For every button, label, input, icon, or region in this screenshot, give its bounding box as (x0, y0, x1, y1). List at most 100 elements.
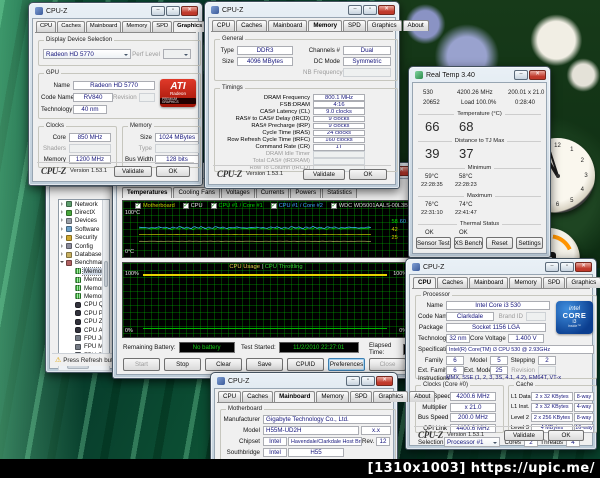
twisty-icon[interactable] (60, 252, 65, 257)
checkbox-checked-icon[interactable]: ✓ (135, 203, 141, 209)
cpuz-tab[interactable]: Caches (242, 391, 274, 402)
checkbox-checked-icon[interactable]: ✓ (270, 203, 277, 209)
cpuz-tab[interactable]: Memory (509, 277, 542, 288)
cpuz-tab[interactable]: Mainboard (469, 277, 509, 288)
cpuz-tab[interactable]: SPD (343, 20, 366, 31)
close-button[interactable]: ✕ (575, 262, 592, 272)
close-button[interactable]: ✕ (378, 5, 395, 15)
cpuz-titlebar[interactable]: CPU-Z – ▫ ✕ (406, 259, 596, 274)
validate-button[interactable]: Validate (114, 165, 152, 177)
twisty-icon[interactable] (69, 294, 74, 299)
twisty-icon[interactable] (60, 260, 65, 265)
maximize-button[interactable]: ▫ (560, 262, 574, 272)
tree-item-icon (66, 243, 72, 250)
maximize-button[interactable]: ▫ (361, 376, 375, 386)
cpuz-tab[interactable]: About (402, 20, 429, 31)
cpuz-tab[interactable]: Caches (236, 20, 268, 31)
twisty-icon[interactable] (60, 243, 65, 249)
monitor-tab[interactable]: Temperatures (122, 187, 173, 198)
twisty-icon[interactable] (60, 201, 65, 207)
twisty-icon[interactable] (60, 210, 65, 215)
checkbox-checked-icon[interactable]: ✓ (182, 203, 189, 209)
realtemp-titlebar[interactable]: Real Temp 3.40 – ✕ (409, 67, 550, 82)
tree-vertical-scrollbar[interactable] (102, 200, 109, 361)
cpuz-tab[interactable]: Caches (57, 21, 85, 32)
validate-button[interactable]: Validate (303, 168, 345, 180)
monitor-button[interactable]: Stop (164, 358, 201, 371)
cpuz-tab[interactable]: SPD (152, 21, 173, 32)
legend-item[interactable]: ✓ CPU #1 / Core #2 (270, 203, 323, 209)
perf-level-dropdown[interactable] (163, 49, 191, 59)
scrollbar-thumb[interactable] (104, 261, 108, 288)
cpuz-titlebar[interactable]: CPU-Z – ▫ ✕ (205, 2, 399, 17)
monitor-button[interactable]: Start (123, 358, 160, 371)
twisty-icon[interactable] (60, 218, 65, 223)
cpuz-tab[interactable]: Graphics (173, 21, 207, 32)
twisty-icon[interactable] (69, 328, 74, 333)
minimize-button[interactable]: – (545, 262, 559, 272)
minimize-button[interactable]: – (346, 376, 360, 386)
close-button[interactable]: ✕ (529, 70, 546, 80)
cpuz-tab[interactable]: CPU (218, 391, 242, 402)
twisty-icon[interactable] (69, 269, 74, 274)
monitor-button[interactable]: Close (369, 358, 406, 371)
tree-item-icon (66, 251, 72, 258)
cpuz-tab[interactable]: Memory (308, 20, 343, 31)
cpuz-tab[interactable]: SPD (542, 277, 566, 288)
close-button[interactable]: ✕ (181, 6, 198, 16)
cpuz-tab[interactable]: Mainboard (85, 21, 122, 32)
monitor-button[interactable]: Save (246, 358, 283, 371)
cpuz-tab[interactable]: CPU (36, 21, 57, 32)
realtemp-button[interactable]: Settings (516, 237, 543, 249)
cpuz-titlebar[interactable]: CPU-Z – ▫ ✕ (211, 373, 397, 388)
twisty-icon[interactable] (69, 286, 74, 291)
checkbox-checked-icon[interactable]: ✓ (210, 203, 217, 209)
timing-label: CAS# Latency (CL) (260, 108, 310, 115)
twisty-icon[interactable] (60, 235, 65, 240)
cpuz-tab[interactable]: Memory (316, 391, 349, 402)
legend-item[interactable]: ✓ CPU (182, 203, 203, 209)
twisty-icon[interactable] (60, 226, 65, 232)
cpuz-tab[interactable]: About (409, 391, 436, 402)
display-device-dropdown[interactable]: Radeon HD 5770 (43, 49, 131, 59)
twisty-icon[interactable] (69, 344, 74, 349)
cpuz-tab[interactable]: SPD (349, 391, 373, 402)
maximize-button[interactable]: ▫ (363, 5, 377, 15)
maximize-button[interactable]: ▫ (166, 6, 180, 16)
ok-button[interactable]: OK (156, 165, 190, 177)
close-button[interactable]: ✕ (376, 376, 393, 386)
realtemp-button[interactable]: Sensor Test (416, 237, 451, 249)
minimize-button[interactable]: – (514, 70, 528, 80)
monitor-button[interactable]: CPUID (287, 358, 324, 371)
monitor-button[interactable]: Preferences (328, 358, 365, 371)
legend-item[interactable]: ✓ Motherboard (135, 203, 175, 209)
cpuz-tab[interactable]: Memory (122, 21, 152, 32)
cpuz-tab[interactable]: Graphics (366, 20, 402, 31)
twisty-icon[interactable] (69, 277, 74, 282)
cpuz-tab[interactable]: Graphics (566, 277, 600, 288)
ok-button[interactable]: OK (349, 168, 387, 180)
cpuz-tab[interactable]: Caches (437, 277, 469, 288)
minimize-button[interactable]: – (151, 6, 165, 16)
checkbox-checked-icon[interactable]: ✓ (330, 203, 337, 209)
cpuz-tab[interactable]: Mainboard (268, 20, 308, 31)
cpu-usage-graph: CPU Usage | CPU Throttling 100% 100% 0% … (122, 262, 410, 338)
ok-button[interactable]: OK (548, 429, 584, 441)
cpuz-tab[interactable]: Graphics (373, 391, 409, 402)
twisty-icon[interactable] (69, 311, 74, 316)
minimize-button[interactable]: – (348, 5, 362, 15)
twisty-icon[interactable] (69, 319, 74, 324)
realtemp-button[interactable]: XS Bench (453, 237, 484, 249)
monitor-button[interactable]: Clear (205, 358, 242, 371)
cpuz-titlebar[interactable]: CPU-Z – ▫ ✕ (29, 3, 202, 18)
realtemp-button[interactable]: Reset (486, 237, 514, 249)
legend-item[interactable]: ✓ WDC WD5001AALS-00L3B2 (330, 203, 411, 209)
core0-distance: 39 (425, 146, 440, 161)
legend-item[interactable]: ✓ CPU #1 / Core #1 (210, 203, 263, 209)
cpuz-tab[interactable]: CPU (413, 277, 437, 288)
cpuz-tab[interactable]: CPU (212, 20, 236, 31)
twisty-icon[interactable] (69, 302, 74, 307)
twisty-icon[interactable] (69, 336, 74, 341)
cpuz-tab[interactable]: Mainboard (274, 391, 316, 402)
validate-button[interactable]: Validate (504, 429, 544, 441)
